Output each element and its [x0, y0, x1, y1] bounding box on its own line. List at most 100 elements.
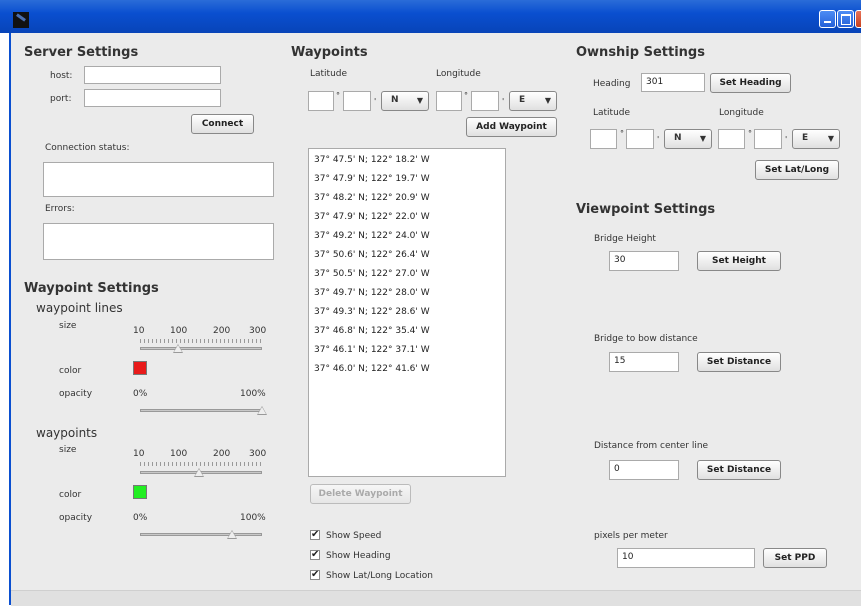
lines-opacity-label: opacity — [59, 389, 93, 399]
ownship-lon-hemisphere-select[interactable]: E ▼ — [792, 129, 840, 149]
set-latlong-button[interactable]: Set Lat/Long — [755, 160, 839, 180]
host-input[interactable] — [84, 66, 221, 84]
center-line-input[interactable]: 0 — [609, 460, 679, 480]
heading-label: Heading — [593, 79, 631, 89]
ownship-lat-min-input[interactable] — [626, 129, 654, 149]
waypoint-lat-deg-symbol: ° — [336, 91, 340, 100]
waypoint-lat-min-input[interactable] — [343, 91, 371, 111]
waypoints-settings-subtitle: waypoints — [36, 426, 98, 440]
ownship-lon-hemisphere-value: E — [802, 133, 809, 143]
points-tick-100: 100 — [170, 449, 188, 459]
waypoint-lon-deg-input[interactable] — [436, 91, 462, 111]
server-settings-title: Server Settings — [24, 45, 139, 60]
add-waypoint-button[interactable]: Add Waypoint — [466, 117, 557, 137]
list-item[interactable]: 37° 49.2' N; 122° 24.0' W — [314, 231, 430, 241]
lines-color-swatch[interactable] — [133, 361, 147, 375]
waypoint-lines-title: waypoint lines — [36, 301, 123, 315]
waypoint-lat-deg-input[interactable] — [308, 91, 334, 111]
pixels-per-meter-label: pixels per meter — [594, 531, 668, 541]
waypoint-lat-label: Latitude — [310, 69, 348, 79]
waypoint-lat-min-symbol: ' — [374, 97, 377, 106]
ownship-lat-label: Latitude — [593, 108, 631, 118]
list-item[interactable]: 37° 46.8' N; 122° 35.4' W — [314, 326, 430, 336]
lines-tick-10: 10 — [133, 326, 145, 336]
set-heading-button[interactable]: Set Heading — [710, 73, 791, 93]
show-heading-checkbox[interactable]: ✔ — [310, 550, 320, 560]
bow-distance-label: Bridge to bow distance — [594, 334, 698, 344]
maximize-icon[interactable] — [837, 10, 854, 28]
waypoint-lon-min-input[interactable] — [471, 91, 499, 111]
chevron-down-icon: ▼ — [827, 134, 834, 143]
delete-waypoint-button[interactable]: Delete Waypoint — [310, 484, 411, 504]
show-latlong-checkbox[interactable]: ✔ — [310, 570, 320, 580]
set-ppd-button[interactable]: Set PPD — [763, 548, 827, 568]
lines-opacity-slider[interactable] — [140, 409, 262, 412]
app-icon — [13, 12, 29, 28]
ownship-lon-deg-input[interactable] — [718, 129, 745, 149]
waypoint-lon-min-symbol: ' — [502, 97, 505, 106]
show-heading-label: Show Heading — [326, 551, 391, 561]
lines-opacity-max: 100% — [240, 389, 266, 399]
ownship-lon-min-input[interactable] — [754, 129, 782, 149]
waypoint-lon-deg-symbol: ° — [464, 91, 468, 100]
viewpoint-settings-title: Viewpoint Settings — [576, 202, 716, 217]
list-item[interactable]: 37° 48.2' N; 122° 20.9' W — [314, 193, 430, 203]
lines-tick-100: 100 — [170, 326, 188, 336]
errors-label: Errors: — [45, 204, 75, 214]
points-color-label: color — [59, 490, 82, 500]
ownship-lon-min-symbol: ' — [785, 135, 788, 144]
waypoint-lat-hemisphere-select[interactable]: N ▼ — [381, 91, 429, 111]
waypoint-lon-hemisphere-value: E — [519, 95, 526, 105]
waypoint-list[interactable]: 37° 47.5' N; 122° 18.2' W 37° 47.9' N; 12… — [308, 148, 506, 477]
list-item[interactable]: 37° 47.9' N; 122° 19.7' W — [314, 174, 430, 184]
bridge-height-label: Bridge Height — [594, 234, 656, 244]
lines-size-slider-thumb[interactable] — [172, 344, 183, 353]
waypoints-title: Waypoints — [291, 45, 368, 60]
ownship-lat-deg-input[interactable] — [590, 129, 617, 149]
set-center-distance-button[interactable]: Set Distance — [697, 460, 781, 480]
points-tick-200: 200 — [213, 449, 231, 459]
minimize-icon[interactable] — [819, 10, 836, 28]
bow-distance-input[interactable]: 15 — [609, 352, 679, 372]
pixels-per-meter-input[interactable]: 10 — [617, 548, 755, 568]
points-size-slider-thumb[interactable] — [193, 468, 204, 477]
list-item[interactable]: 37° 50.6' N; 122° 26.4' W — [314, 250, 430, 260]
connect-button[interactable]: Connect — [191, 114, 254, 134]
chevron-down-icon: ▼ — [416, 96, 423, 105]
errors-field — [43, 223, 274, 260]
bridge-height-input[interactable]: 30 — [609, 251, 679, 271]
port-input[interactable] — [84, 89, 221, 107]
close-icon[interactable] — [855, 10, 861, 28]
lines-opacity-slider-thumb[interactable] — [257, 406, 267, 415]
heading-input[interactable]: 301 — [641, 73, 705, 92]
list-item[interactable]: 37° 50.5' N; 122° 27.0' W — [314, 269, 430, 279]
lines-size-slider[interactable] — [140, 347, 262, 350]
list-item[interactable]: 37° 47.9' N; 122° 22.0' W — [314, 212, 430, 222]
list-item[interactable]: 37° 47.5' N; 122° 18.2' W — [314, 155, 430, 165]
points-opacity-slider-thumb[interactable] — [226, 530, 237, 539]
waypoint-settings-title: Waypoint Settings — [24, 281, 159, 296]
ownship-lat-hemisphere-select[interactable]: N ▼ — [664, 129, 712, 149]
list-item[interactable]: 37° 46.1' N; 122° 37.1' W — [314, 345, 430, 355]
lines-opacity-min: 0% — [133, 389, 148, 399]
ownship-lat-min-symbol: ' — [657, 135, 660, 144]
waypoint-lon-hemisphere-select[interactable]: E ▼ — [509, 91, 557, 111]
show-speed-label: Show Speed — [326, 531, 382, 541]
list-item[interactable]: 37° 46.0' N; 122° 41.6' W — [314, 364, 430, 374]
lines-tick-200: 200 — [213, 326, 231, 336]
list-item[interactable]: 37° 49.7' N; 122° 28.0' W — [314, 288, 430, 298]
connection-status-label: Connection status: — [45, 143, 130, 153]
show-speed-checkbox[interactable]: ✔ — [310, 530, 320, 540]
points-color-swatch[interactable] — [133, 485, 147, 499]
set-bow-distance-button[interactable]: Set Distance — [697, 352, 781, 372]
points-opacity-label: opacity — [59, 513, 93, 523]
points-opacity-min: 0% — [133, 513, 148, 523]
list-item[interactable]: 37° 49.3' N; 122° 28.6' W — [314, 307, 430, 317]
chevron-down-icon: ▼ — [544, 96, 551, 105]
points-opacity-slider[interactable] — [140, 533, 262, 536]
port-label: port: — [50, 94, 72, 104]
ownship-settings-title: Ownship Settings — [576, 45, 705, 60]
set-height-button[interactable]: Set Height — [697, 251, 781, 271]
lines-color-label: color — [59, 366, 82, 376]
ownship-lat-hemisphere-value: N — [674, 133, 682, 143]
